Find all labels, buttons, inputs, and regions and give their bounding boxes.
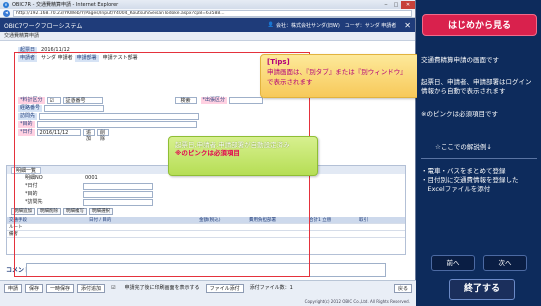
- user-icon: 👤: [267, 22, 274, 28]
- detail-dest-label: *訪問先: [25, 198, 43, 205]
- detail-buttons: 明細追加 明細削除 明細複写 明細選択: [7, 206, 405, 217]
- tips-line1: 申請画面は、『別タブ』または『別ウィンドウ』: [267, 68, 407, 76]
- back-button[interactable]: 戻る: [393, 284, 412, 293]
- dest-input[interactable]: [39, 112, 200, 120]
- attach-add-button[interactable]: 添付追加: [77, 284, 106, 293]
- kind-select[interactable]: [229, 96, 264, 104]
- date2-label: *日付: [18, 128, 35, 136]
- detail-purpose-input[interactable]: [83, 190, 153, 198]
- fee-label: *料計区分: [18, 96, 45, 104]
- browser-title: OBIC7R - 交通費精算申請 - Internet Explorer: [12, 2, 119, 8]
- temp-save-button[interactable]: 一時保存: [46, 284, 75, 293]
- comment-input[interactable]: [26, 263, 386, 277]
- search-button[interactable]: 検索: [174, 96, 197, 104]
- guide-line2: 起票日、申請者、申請部署はログイン: [421, 78, 532, 86]
- date2-input[interactable]: 2016/11/12: [36, 128, 81, 136]
- section-title: 交通費精算申請: [0, 32, 415, 41]
- auto-set-callout: 起票日,申請者,申請部署が自動設定済み ※のピンクは必須項目: [168, 136, 318, 176]
- end-button[interactable]: 終了する: [449, 279, 515, 300]
- dept-label: 申請部署: [74, 54, 99, 62]
- detail-dest-input[interactable]: [83, 198, 153, 206]
- guide-line3: 情報から自動で表示されます: [421, 87, 506, 95]
- copyright: Copyright(c) 2012 OBIC Co.,Ltd. All Righ…: [304, 299, 410, 304]
- minimize-button[interactable]: ‒: [381, 1, 391, 9]
- route-label: 経路番号: [18, 104, 43, 112]
- dept-value: 申請テスト部署: [102, 54, 138, 61]
- file-attach-button[interactable]: ファイル添付: [205, 284, 244, 293]
- close-app-icon[interactable]: ✕: [404, 21, 411, 30]
- dest-label: 訪問先: [18, 112, 38, 120]
- auto-set-line2: ※のピンクは必須項目: [175, 149, 240, 157]
- user-info: 👤 会社：株式会社サンダ(旧W) ユーザ：サンダ 申請者: [267, 22, 397, 29]
- guide-panel: はじめから見る 交通費精算申請の画面です 起票日、申請者、申請部署はログイン 情…: [417, 0, 541, 306]
- close-window-button[interactable]: ✕: [401, 0, 415, 9]
- applicant-value: サンダ 申請者: [41, 54, 73, 61]
- col-dept: 費用負担部署: [249, 218, 276, 223]
- col-trade: 取引: [359, 218, 368, 223]
- detail-copy-button[interactable]: 明細複写: [63, 208, 87, 215]
- guide-line8: Excelファイルを添付: [421, 185, 491, 193]
- tab-detail-list[interactable]: 明細一覧: [11, 166, 42, 174]
- table-row[interactable]: 備考: [7, 231, 405, 238]
- save-button[interactable]: 保存: [25, 284, 44, 293]
- guide-line7: ・目付別に交通費情報を登録した: [421, 176, 519, 184]
- app-header: OBIC7ワークフローシステム 👤 会社：株式会社サンダ(旧W) ユーザ：サンダ…: [0, 18, 415, 32]
- tips-callout: [Tips] 申請画面は、『別タブ』または『別ウィンドウ』 で表示されます: [260, 54, 420, 98]
- detail-date-label: *日付: [25, 182, 38, 189]
- auto-set-line1: 起票日,申請者,申請部署が自動設定済み: [175, 141, 290, 149]
- purpose-input[interactable]: [36, 120, 197, 128]
- ie-icon: e: [3, 1, 9, 8]
- attach-count: 添付ファイル数：1: [249, 285, 293, 291]
- detail-table-header: 交通手段 日付 / 目的 金額(税込) 費用負担部署 合計1 立替 取引: [7, 217, 405, 224]
- date-value: 2016/11/12: [41, 46, 70, 53]
- add-button[interactable]: 追加: [82, 128, 95, 142]
- form-footer: 申請 保存 一時保存 添付追加 ☑ 申請完了後に印刷画面を表示する ファイル添付…: [0, 280, 416, 306]
- maximize-button[interactable]: □: [391, 1, 401, 9]
- address-bar: ◂ http://192.168.70.23/YKWeb/Y/Pages/Inp…: [0, 9, 415, 18]
- kind-label: *出張区分: [200, 96, 228, 104]
- col-amount: 金額(税込): [199, 218, 221, 223]
- col-total: 合計1 立替: [309, 218, 332, 223]
- prev-button[interactable]: 前へ: [431, 255, 475, 271]
- table-row[interactable]: ルート: [7, 224, 405, 231]
- detail-panel: 明細一覧 明細NO 0001 *日付 *目的 *訪問先 明細追加 明細削除 明細…: [6, 165, 406, 255]
- print-checkbox[interactable]: ☑: [108, 284, 118, 293]
- app-name: OBIC7ワークフローシステム: [4, 22, 83, 30]
- browser-titlebar: e OBIC7R - 交通費精算申請 - Internet Explorer ‒…: [0, 0, 415, 9]
- tips-title: [Tips]: [267, 58, 290, 66]
- next-button[interactable]: 次へ: [483, 255, 527, 271]
- guide-divider: [421, 158, 537, 159]
- guide-line4: ※のピンクは必須項目です: [421, 110, 498, 118]
- guide-line6: ・電車・バスをまとめて登録: [421, 167, 506, 175]
- fee-value[interactable]: 証憑番号: [62, 96, 103, 104]
- back-icon[interactable]: ◂: [3, 9, 10, 17]
- detail-no-value: 0001: [85, 174, 98, 181]
- apply-button[interactable]: 申請: [4, 284, 23, 293]
- delete-button[interactable]: 削除: [96, 128, 109, 142]
- detail-date-input[interactable]: [83, 182, 153, 190]
- date-label: 起票日: [18, 46, 38, 54]
- url-field[interactable]: http://192.168.70.23/YKWeb/Y/Pages/Input…: [13, 9, 412, 17]
- route-input[interactable]: [44, 104, 105, 112]
- fee-select[interactable]: ☑: [46, 96, 61, 104]
- detail-select-button[interactable]: 明細選択: [89, 208, 113, 215]
- start-over-button[interactable]: はじめから見る: [422, 14, 537, 36]
- col-date-purpose: 日付 / 目的: [89, 218, 112, 223]
- detail-purpose-label: *目的: [25, 190, 38, 197]
- tips-line2: で表示されます: [267, 78, 313, 86]
- guide-line5: ☆ここでの解説例↓: [435, 143, 492, 151]
- detail-no-label: 明細NO: [25, 174, 43, 181]
- print-checkbox-label: 申請完了後に印刷画面を表示する: [124, 285, 200, 291]
- detail-add-button[interactable]: 明細追加: [11, 208, 35, 215]
- guide-line1: 交通費精算申請の画面です: [421, 56, 499, 64]
- detail-delete-button[interactable]: 明細削除: [37, 208, 61, 215]
- browser-window: e OBIC7R - 交通費精算申請 - Internet Explorer ‒…: [0, 0, 420, 306]
- col-transport: 交通手段: [9, 218, 27, 223]
- applicant-label: 申請者: [18, 54, 38, 62]
- purpose-label: *目的: [18, 120, 35, 128]
